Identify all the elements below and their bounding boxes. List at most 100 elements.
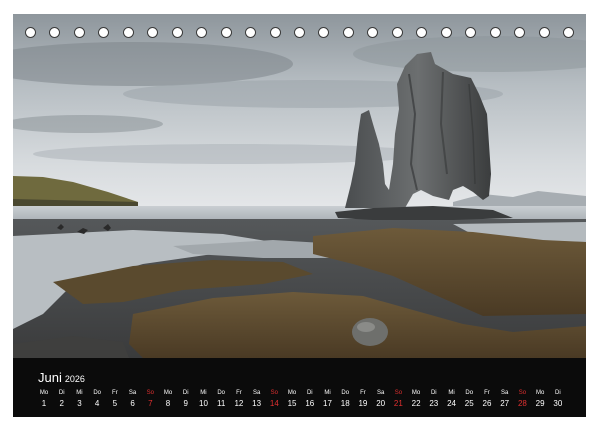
binding-ring	[220, 26, 232, 38]
weekday-label: Fr	[484, 390, 490, 396]
day-cell: Mi 10	[195, 388, 211, 410]
day-number: 2	[59, 399, 64, 408]
day-number: 21	[393, 399, 403, 408]
weekday-label: Do	[341, 390, 350, 396]
day-cell: Do 25	[461, 388, 477, 410]
weekday-label: So	[518, 390, 527, 396]
binding-ring	[269, 26, 281, 38]
day-cell-sunday: So 7	[142, 388, 158, 410]
day-number: 3	[77, 399, 82, 408]
year-label: 2026	[64, 374, 85, 384]
day-number: 24	[447, 399, 456, 408]
weekday-label: Di	[306, 390, 313, 396]
weekday-label: Mo	[535, 390, 545, 396]
weekday-label: Sa	[252, 390, 261, 396]
day-cell: Mo 1	[36, 388, 52, 410]
day-number: 7	[148, 399, 153, 408]
day-number: 10	[199, 399, 208, 408]
day-number: 26	[482, 399, 492, 408]
day-cell: Sa 6	[125, 388, 141, 410]
day-number: 14	[269, 399, 279, 408]
day-cell: Mi 24	[444, 388, 460, 410]
weekday-label: Di	[182, 390, 189, 396]
weekday-label: Do	[93, 390, 101, 396]
day-number: 5	[112, 399, 118, 408]
binding-ring	[196, 26, 208, 38]
binding-ring	[73, 26, 85, 38]
day-cell-sunday: So 28	[514, 388, 530, 410]
day-number: 25	[464, 399, 474, 408]
weekday-label: So	[394, 390, 403, 396]
day-cell-sunday: So 14	[266, 388, 282, 410]
day-cell: Sa 27	[497, 388, 513, 410]
binding-ring	[465, 26, 477, 38]
weekday-label: Mi	[448, 390, 455, 396]
day-grid: Mo 1 Di 2 Mi 3 Do 4 Fr 5 Sa 6 So 7 Mo 8 Di 9 Mi 10 Do 11 Fr 12 S…	[36, 388, 566, 410]
weekday-label: Do	[217, 390, 226, 396]
weekday-label: Di	[555, 390, 561, 396]
weekday-label: Fr	[236, 390, 242, 396]
day-cell: Fr 12	[231, 388, 247, 410]
month-title: Juni 2026	[38, 370, 85, 385]
day-cell: Mo 15	[284, 388, 300, 410]
day-number: 13	[252, 399, 262, 408]
weekday-label: Mi	[76, 390, 83, 396]
binding-ring	[514, 26, 526, 38]
day-cell: Di 30	[550, 388, 566, 410]
day-cell: Do 18	[337, 388, 353, 410]
binding-ring	[98, 26, 110, 38]
weekday-label: Mi	[324, 390, 331, 396]
weekday-label: So	[146, 390, 154, 396]
day-number: 11	[217, 399, 226, 408]
binding-ring	[293, 26, 305, 38]
weekday-label: Mo	[39, 390, 49, 396]
calendar-strip: Juni 2026 Mo 1 Di 2 Mi 3 Do 4 Fr 5 Sa 6 So 7 Mo 8 Di 9 Mi 10…	[13, 358, 586, 417]
binding-ring	[318, 26, 330, 38]
weekday-label: Mo	[411, 390, 421, 396]
day-number: 20	[376, 399, 386, 408]
spiral-binding	[13, 14, 586, 50]
day-number: 15	[287, 399, 297, 408]
calendar-page: Juni 2026 Mo 1 Di 2 Mi 3 Do 4 Fr 5 Sa 6 So 7 Mo 8 Di 9 Mi 10…	[13, 14, 586, 417]
binding-ring	[25, 26, 36, 38]
weekday-label: Mi	[200, 390, 207, 396]
day-number: 4	[94, 399, 100, 408]
day-cell: Di 2	[54, 388, 70, 410]
binding-ring	[171, 26, 183, 38]
day-cell: Sa 13	[249, 388, 265, 410]
day-number: 23	[429, 399, 439, 408]
weekday-label: Fr	[360, 390, 366, 396]
day-number: 8	[165, 399, 171, 408]
binding-ring	[245, 26, 257, 38]
day-cell: Do 4	[89, 388, 105, 410]
weekday-label: Sa	[376, 390, 385, 396]
weekday-label: Sa	[501, 390, 509, 396]
binding-ring	[440, 26, 452, 38]
day-cell-sunday: So 21	[390, 388, 406, 410]
day-number: 6	[130, 399, 135, 408]
day-cell: Mi 3	[71, 388, 87, 410]
day-cell: Di 23	[426, 388, 442, 410]
day-number: 27	[500, 399, 510, 408]
day-number: 28	[517, 399, 527, 408]
weekday-label: Di	[430, 390, 437, 396]
landscape-photo	[13, 14, 586, 358]
day-number: 12	[234, 399, 244, 408]
day-number: 16	[305, 399, 315, 408]
weekday-label: Di	[58, 390, 65, 396]
day-cell: Fr 26	[479, 388, 495, 410]
day-cell: Mi 17	[320, 388, 336, 410]
day-number: 17	[323, 399, 332, 408]
day-cell: Mo 22	[408, 388, 424, 410]
binding-ring	[122, 26, 134, 38]
day-number: 9	[183, 399, 188, 408]
day-cell: Sa 20	[373, 388, 389, 410]
day-number: 30	[553, 399, 563, 408]
day-cell: Fr 19	[355, 388, 371, 410]
day-number: 1	[41, 399, 47, 408]
day-number: 29	[535, 399, 545, 408]
weekday-label: Fr	[112, 390, 118, 396]
binding-ring	[416, 26, 428, 38]
binding-ring	[49, 26, 61, 38]
binding-ring	[147, 26, 159, 38]
